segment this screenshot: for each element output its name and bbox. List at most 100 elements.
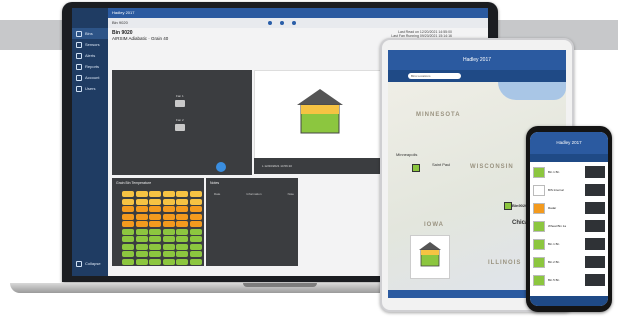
temperature-cell — [149, 221, 161, 227]
temperature-cell — [149, 251, 161, 257]
sidebar: Bins Sensors Alerts Reports Account User… — [72, 8, 108, 276]
temperature-cell — [149, 228, 161, 235]
status-text: L 12/20/2021 14:56:10 — [262, 164, 292, 168]
collapse-icon — [76, 260, 82, 267]
bin-name: Bin 1 Bn — [548, 242, 560, 246]
row-action[interactable] — [585, 238, 605, 250]
temperature-cell — [122, 198, 134, 205]
row-action[interactable] — [585, 166, 605, 178]
notes-col-date: Date — [214, 192, 221, 196]
temperature-cell — [122, 206, 134, 212]
row-action[interactable] — [585, 256, 605, 268]
bin-name: Wheat Bin 1a — [548, 224, 567, 228]
map-label-iowa: IOWA — [424, 222, 444, 228]
map-label-minnesota: MINNESOTA — [416, 112, 461, 118]
phone-list-item[interactable]: Bin 2 Bn — [533, 256, 605, 268]
bin-name: BIS Internal — [548, 188, 564, 192]
temperature-cell — [176, 251, 188, 257]
temperature-cell — [135, 221, 148, 227]
sidebar-collapse[interactable]: Collapse — [72, 258, 108, 269]
sensor-icon — [76, 41, 82, 48]
sidebar-item-label: Users — [85, 86, 96, 91]
bin-icon — [76, 30, 82, 37]
fan2-toggle[interactable] — [175, 124, 185, 131]
temperature-cell — [122, 191, 134, 197]
temperature-cell — [122, 236, 134, 242]
bin-name: Radar — [548, 206, 557, 210]
temperature-cell — [122, 258, 134, 265]
phone-list-item[interactable]: Bin 1 Bn — [533, 166, 605, 178]
notes-header: Date Information Note — [214, 192, 294, 196]
temperature-cell — [162, 258, 175, 265]
notes-panel: Notes Date Information Note — [206, 178, 298, 266]
phone-list-item[interactable]: Radar — [533, 202, 605, 214]
temperature-cell — [122, 243, 134, 250]
temperature-cell — [149, 198, 161, 205]
temperature-cell — [149, 258, 161, 265]
phone-title: Hadley 2017 — [530, 132, 608, 154]
map-label-wisconsin: WISCONSIN — [470, 164, 514, 170]
fan1-toggle[interactable] — [175, 100, 185, 107]
temperature-cell — [176, 191, 188, 197]
bin-name: Bin 5 Bn — [548, 278, 560, 282]
temperature-cell — [149, 206, 161, 212]
bin-illustration-panel — [254, 70, 386, 160]
breadcrumb: Bin 9020 — [108, 18, 488, 28]
temperature-panel-title: Grain Bin Temperature — [116, 181, 152, 185]
sidebar-item-users[interactable]: Users — [72, 83, 108, 94]
phone-screen: Hadley 2017 Bin 1 Bn BIS Internal Radar Whe… — [530, 132, 608, 306]
row-action[interactable] — [585, 202, 605, 214]
temperature-cell — [176, 258, 188, 265]
phone-list-item[interactable]: Bin 5 Bn — [533, 274, 605, 286]
tablet-search-input[interactable]: Bins Locations — [408, 73, 461, 79]
map-pin-bin[interactable] — [504, 202, 512, 210]
temperature-cell — [176, 198, 188, 205]
temperature-cell — [189, 206, 202, 212]
bin-timestamps: Last Read on 12/20/2021 14:55:00 Last Fa… — [391, 30, 452, 38]
status-bar: L 12/20/2021 14:56:10 — [254, 158, 384, 174]
bin-preview-card[interactable] — [410, 235, 450, 279]
view-dot-2[interactable] — [280, 21, 284, 25]
bin-thumbnail — [533, 238, 545, 250]
row-action[interactable] — [585, 220, 605, 232]
sidebar-item-label: Alerts — [85, 53, 96, 58]
bin-name: Bin 2 Bn — [548, 260, 560, 264]
notes-col-information: Information — [246, 192, 262, 196]
temperature-cell — [189, 243, 202, 250]
users-icon — [76, 85, 82, 92]
temperature-cell — [189, 236, 202, 242]
phone-list-item[interactable]: Bin 1 Bn — [533, 238, 605, 250]
map-pin-bin[interactable] — [412, 164, 420, 172]
fan-action-button[interactable] — [216, 162, 226, 172]
temperature-cell — [189, 251, 202, 257]
breadcrumb-label[interactable]: Bin 9020 — [112, 20, 128, 25]
sidebar-item-alerts[interactable]: Alerts — [72, 50, 108, 61]
temperature-cell — [176, 228, 188, 235]
temperature-cell — [135, 251, 148, 257]
tablet-title: Hadley 2017 — [388, 50, 566, 70]
view-dot-3[interactable] — [292, 21, 296, 25]
temperature-cell — [176, 221, 188, 227]
temperature-cell — [176, 243, 188, 250]
temperature-cell — [162, 228, 175, 235]
temperature-cell — [149, 236, 161, 242]
sidebar-item-sensors[interactable]: Sensors — [72, 39, 108, 50]
view-dot-1[interactable] — [268, 21, 272, 25]
sidebar-item-reports[interactable]: Reports — [72, 61, 108, 72]
sidebar-item-bins[interactable]: Bins — [72, 28, 108, 39]
temperature-cell — [189, 228, 202, 235]
phone-bottom-nav[interactable] — [530, 296, 608, 306]
sidebar-item-label: Reports — [85, 64, 100, 69]
grain-bin-icon — [419, 242, 441, 267]
phone-list-item[interactable]: Wheat Bin 1a — [533, 220, 605, 232]
lake-superior — [498, 82, 566, 100]
row-action[interactable] — [585, 184, 605, 196]
phone-list-item[interactable]: BIS Internal — [533, 184, 605, 196]
bin-thumbnail — [533, 220, 545, 232]
bin-thumbnail — [533, 184, 545, 196]
fan1-label: Fan 1 — [176, 94, 184, 98]
temperature-cell — [176, 236, 188, 242]
phone-search-bar[interactable] — [530, 154, 608, 162]
row-action[interactable] — [585, 274, 605, 286]
sidebar-item-account[interactable]: Account — [72, 72, 108, 83]
